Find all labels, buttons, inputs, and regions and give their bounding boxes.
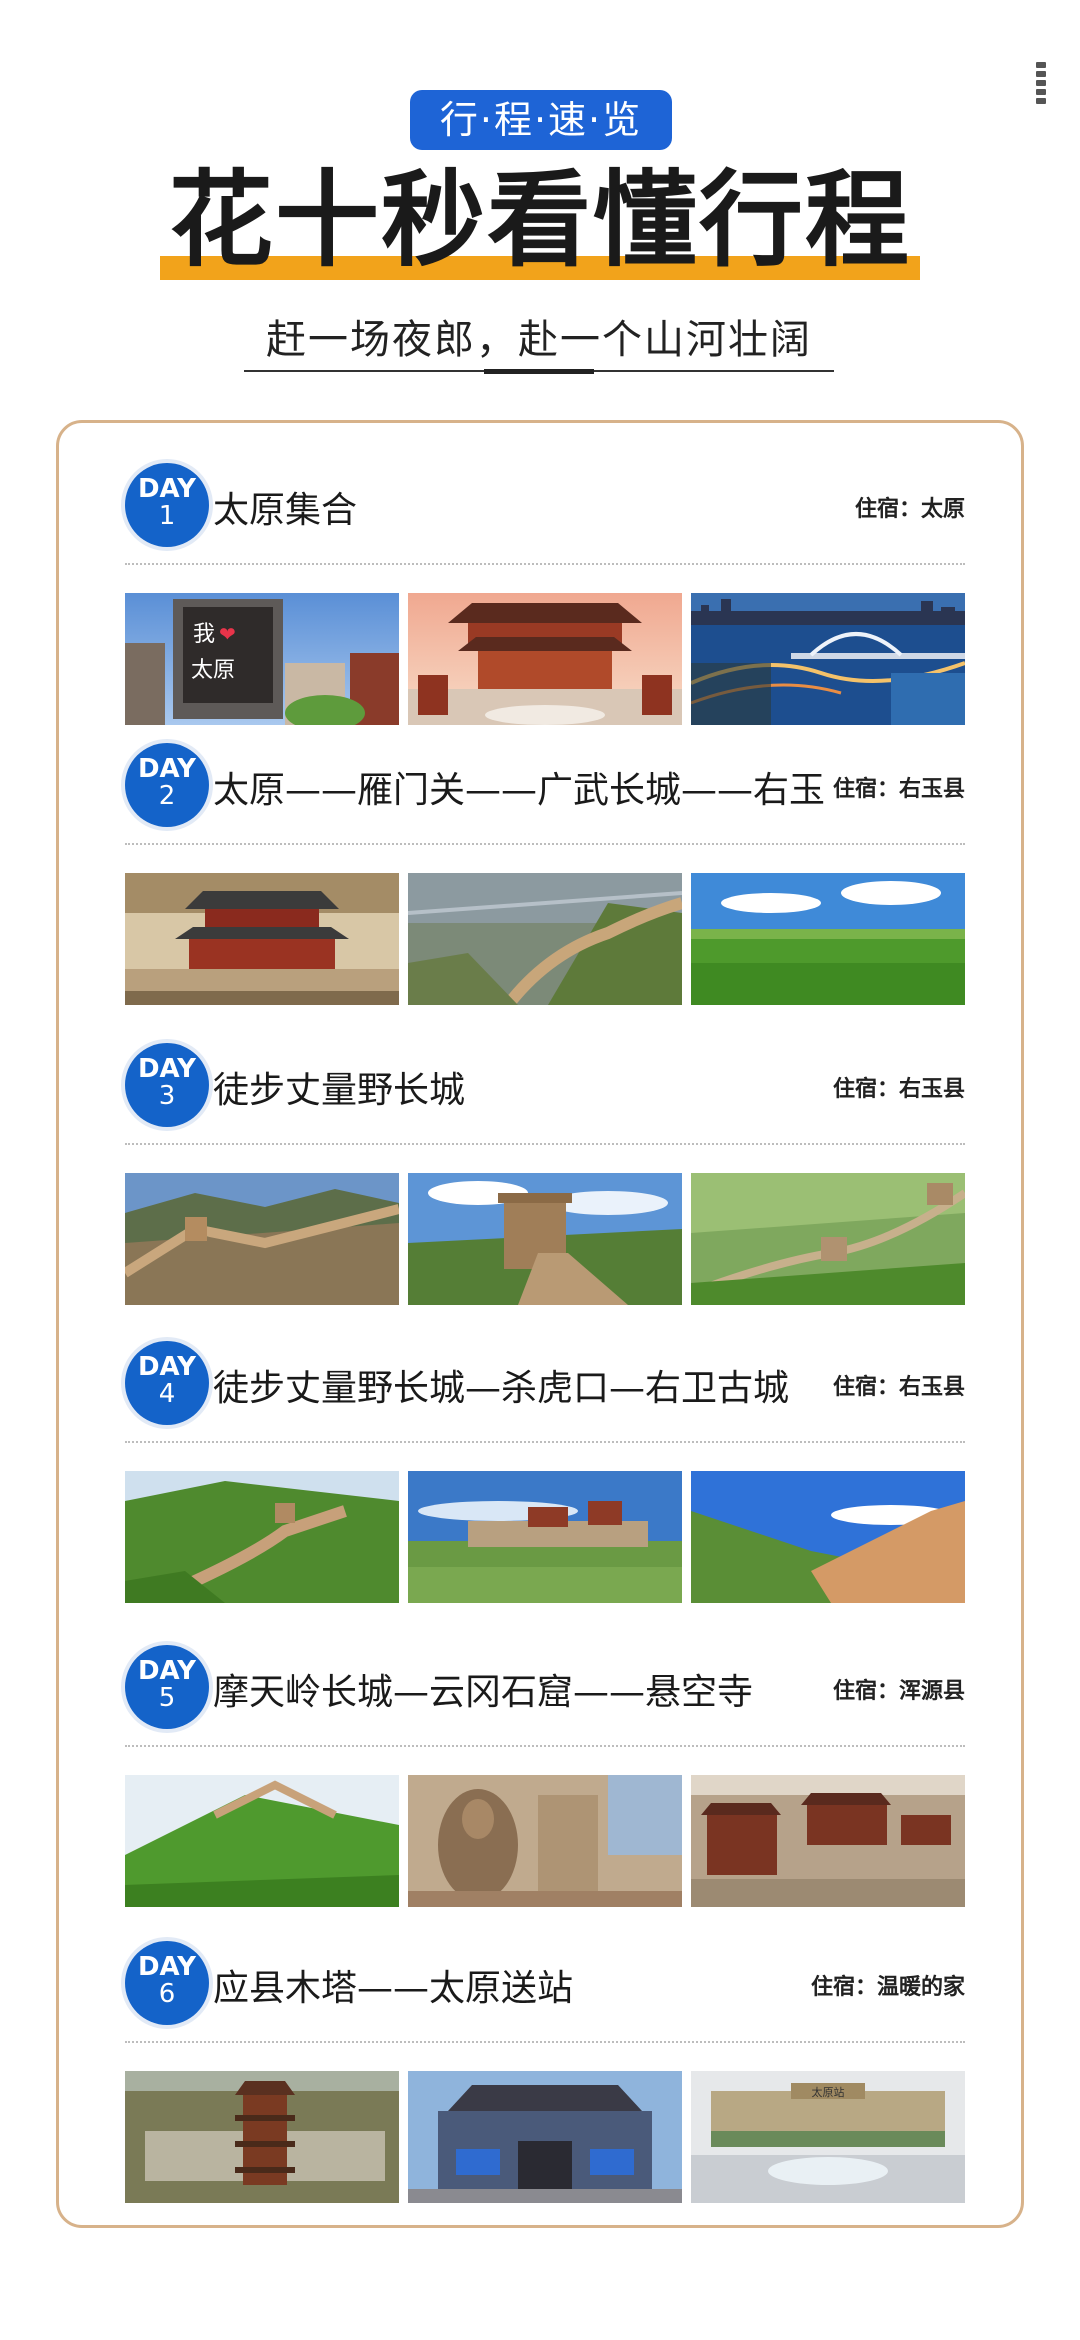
day-title: 徒步丈量野长城 [213, 1070, 466, 1111]
day-badge: DAY 3 [125, 1043, 209, 1127]
day-photos [125, 873, 965, 1005]
day-badge: DAY 1 [125, 463, 209, 547]
day-section-1: DAY 1 太原集合 住宿：太原 我 ❤ 太原 [125, 463, 965, 725]
day-section-6: DAY 6 应县木塔——太原送站 住宿：温暖的家 太原站 [125, 1941, 965, 2203]
day-badge: DAY 2 [125, 743, 209, 827]
day-title: 太原——雁门关——广武长城——右玉 [213, 770, 826, 811]
day-title: 摩天岭长城—云冈石窟——悬空寺 [213, 1672, 754, 1713]
day-badge: DAY 6 [125, 1941, 209, 2025]
subtitle: 赶一场夜郎，赴一个山河壮阔 [266, 317, 812, 363]
itinerary-card: DAY 1 太原集合 住宿：太原 我 ❤ 太原 DAY 2 太原——雁门关——广… [56, 420, 1024, 2228]
youwei-ancient-city-photo[interactable] [408, 1471, 682, 1603]
yungang-grottoes-photo[interactable] [408, 1775, 682, 1907]
day-header: DAY 1 太原集合 住宿：太原 [125, 463, 965, 553]
itinerary-badge: 行·程·速·览 [410, 90, 672, 150]
day-title: 徒步丈量野长城—杀虎口—右卫古城 [213, 1368, 790, 1409]
day-header: DAY 5 摩天岭长城—云冈石窟——悬空寺 住宿：浑源县 [125, 1645, 965, 1735]
subtitle-block: 赶一场夜郎，赴一个山河壮阔 [244, 312, 834, 374]
day-section-2: DAY 2 太原——雁门关——广武长城——右玉 住宿：右玉县 [125, 743, 965, 1005]
motianling-wall-photo[interactable] [125, 1775, 399, 1907]
day-stay: 住宿：右玉县 [832, 1077, 965, 1102]
grassland-photo[interactable] [691, 873, 965, 1005]
day-photos [125, 1775, 965, 1907]
subtitle-rule-accent [484, 369, 594, 374]
day-divider [125, 843, 965, 845]
watchtower-photo[interactable] [408, 1173, 682, 1305]
day-divider [125, 1143, 965, 1145]
sign-text-top: 我 [193, 622, 215, 647]
day-photos [125, 1471, 965, 1603]
wall-on-hills-photo[interactable] [125, 1471, 399, 1603]
hanging-temple-photo[interactable] [691, 1775, 965, 1907]
day-badge-number: 2 [158, 781, 176, 811]
day-badge: DAY 5 [125, 1645, 209, 1729]
day-photos [125, 1173, 965, 1305]
day-badge-number: 4 [158, 1379, 176, 1409]
day-photos: 我 ❤ 太原 [125, 593, 965, 725]
day-header: DAY 3 徒步丈量野长城 住宿：右玉县 [125, 1043, 965, 1133]
page-title: 花十秒看懂行程 [168, 159, 911, 281]
day-title: 应县木塔——太原送站 [213, 1968, 574, 2009]
temple-gate-photo[interactable] [408, 593, 682, 725]
day-stay: 住宿：浑源县 [832, 1679, 965, 1704]
day-divider [125, 1745, 965, 1747]
station-sign: 太原站 [812, 2085, 845, 2099]
day-divider [125, 2041, 965, 2043]
loess-hills-photo[interactable] [691, 1471, 965, 1603]
wooden-pagoda-photo[interactable] [125, 2071, 399, 2203]
day-badge-number: 3 [158, 1081, 176, 1111]
green-hills-wall-photo[interactable] [691, 1173, 965, 1305]
day-title: 太原集合 [213, 490, 358, 531]
day-stay: 住宿：温暖的家 [810, 1975, 965, 2000]
day-section-5: DAY 5 摩天岭长城—云冈石窟——悬空寺 住宿：浑源县 [125, 1645, 965, 1907]
day-badge-number: 1 [158, 501, 176, 531]
yanmen-pass-photo[interactable] [125, 873, 399, 1005]
day-stay: 住宿：右玉县 [832, 777, 965, 802]
taiyuan-sign-photo[interactable]: 我 ❤ 太原 [125, 593, 399, 725]
day-badge-label: DAY [137, 1656, 197, 1686]
day-badge-label: DAY [137, 1352, 197, 1382]
night-bridge-photo[interactable] [691, 593, 965, 725]
day-header: DAY 2 太原——雁门关——广武长城——右玉 住宿：右玉县 [125, 743, 965, 833]
day-section-4: DAY 4 徒步丈量野长城—杀虎口—右卫古城 住宿：右玉县 [125, 1341, 965, 1603]
taiyuan-station-photo[interactable]: 太原站 [691, 2071, 965, 2203]
heart-icon: ❤ [219, 622, 236, 646]
wild-wall-ridge-photo[interactable] [125, 1173, 399, 1305]
day-divider [125, 563, 965, 565]
day-header: DAY 6 应县木塔——太原送站 住宿：温暖的家 [125, 1941, 965, 2031]
day-badge: DAY 4 [125, 1341, 209, 1425]
day-badge-label: DAY [137, 754, 197, 784]
day-stay: 住宿：太原 [854, 497, 965, 522]
day-badge-label: DAY [137, 1054, 197, 1084]
day-stay: 住宿：右玉县 [832, 1375, 965, 1400]
day-badge-number: 6 [158, 1979, 176, 2009]
sign-text-bottom: 太原 [191, 658, 235, 683]
day-badge-label: DAY [137, 474, 197, 504]
day-badge-label: DAY [137, 1952, 197, 1982]
guangwu-great-wall-photo[interactable] [408, 873, 682, 1005]
day-section-3: DAY 3 徒步丈量野长城 住宿：右玉县 [125, 1043, 965, 1305]
day-header: DAY 4 徒步丈量野长城—杀虎口—右卫古城 住宿：右玉县 [125, 1341, 965, 1431]
day-divider [125, 1441, 965, 1443]
main-title-block: 花十秒看懂行程 [160, 160, 920, 284]
more-menu-icon[interactable] [1036, 62, 1050, 107]
temple-arch-photo[interactable] [408, 2071, 682, 2203]
day-badge-number: 5 [158, 1683, 176, 1713]
day-photos: 太原站 [125, 2071, 965, 2203]
